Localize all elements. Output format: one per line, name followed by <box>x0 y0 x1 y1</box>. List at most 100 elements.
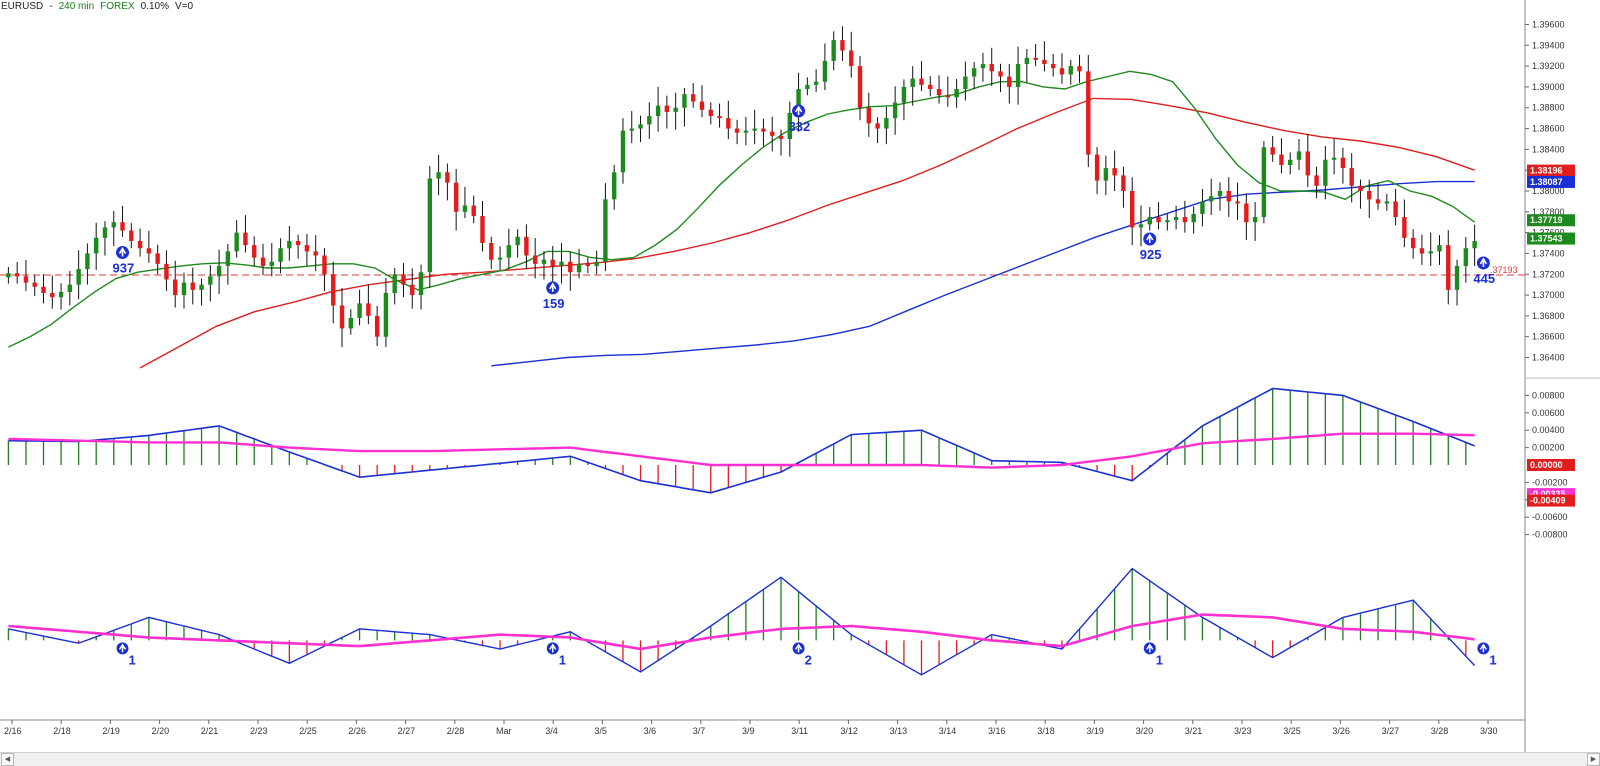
time-tick-label: 3/27 <box>1382 726 1400 736</box>
candle-body <box>357 303 362 318</box>
candle-body <box>1358 185 1363 191</box>
candle-body <box>1121 175 1126 191</box>
candle-body <box>506 245 512 258</box>
candle-body <box>252 245 257 258</box>
candle-body <box>1410 237 1416 249</box>
time-tick-label: 2/27 <box>398 726 416 736</box>
time-tick-label: 3/16 <box>988 726 1006 736</box>
candle-body <box>840 40 845 51</box>
candle-body <box>401 274 406 285</box>
osc-tick-label: 0.00200 <box>1532 443 1565 453</box>
candle-body <box>1226 191 1231 202</box>
time-tick-label: 3/7 <box>693 726 706 736</box>
candle-body <box>234 232 239 252</box>
ma-slow-line <box>491 180 1475 367</box>
candle-body <box>199 284 204 290</box>
candle-body <box>339 305 345 329</box>
candle-body <box>1191 213 1196 223</box>
candle-body <box>1024 57 1030 65</box>
price-tick-label: 1.36800 <box>1532 311 1565 321</box>
candle-body <box>1165 220 1170 223</box>
price-tick-label: 1.39000 <box>1532 82 1565 92</box>
candle-body <box>875 123 880 129</box>
candle-body <box>1007 76 1012 87</box>
time-tick-label: 3/14 <box>939 726 957 736</box>
candle-body <box>1042 59 1047 65</box>
osc2-line <box>8 567 1476 676</box>
candle-body <box>1393 201 1398 218</box>
candle-body <box>129 230 134 241</box>
osc2-signal-label: 1 <box>1489 652 1496 667</box>
signal-label: 332 <box>789 119 811 134</box>
candle-body <box>243 232 248 246</box>
time-tick-label: 2/19 <box>102 726 120 736</box>
signal-label: 925 <box>1140 247 1162 262</box>
candle-body <box>146 248 152 254</box>
price-tick-label: 1.36600 <box>1532 332 1565 342</box>
candle-body <box>901 86 907 103</box>
osc-label-text: -0.00409 <box>1530 496 1566 506</box>
candle-body <box>857 66 863 108</box>
candle-body <box>1270 147 1275 155</box>
price-tick-label: 1.37200 <box>1532 269 1565 279</box>
candle-body <box>849 50 854 67</box>
candle-body <box>137 240 143 249</box>
candle-body <box>453 182 459 212</box>
candle-body <box>1437 245 1442 252</box>
time-tick-label: 3/30 <box>1480 726 1498 736</box>
candle-body <box>1094 154 1100 181</box>
candle-body <box>1050 64 1056 69</box>
candle-body <box>752 128 757 131</box>
candle-body <box>892 102 898 119</box>
candle-body <box>216 265 222 277</box>
candle-body <box>1323 159 1328 186</box>
candle-body <box>813 81 819 85</box>
candle-body <box>1305 151 1310 176</box>
scroll-right-icon[interactable]: ▶ <box>1587 753 1600 766</box>
price-tick-label: 1.38600 <box>1532 124 1565 134</box>
candle-body <box>1402 217 1407 238</box>
candle-body <box>190 282 195 290</box>
candle-body <box>1129 191 1135 228</box>
candle-body <box>1086 71 1091 155</box>
price-label-text: 1.38196 <box>1530 166 1563 176</box>
candle-body <box>85 253 90 270</box>
candle-body <box>173 279 178 296</box>
horizontal-scrollbar[interactable]: ◀ ▶ <box>0 752 1600 766</box>
candle-body <box>436 172 441 179</box>
price-tick-label: 1.38400 <box>1532 144 1565 154</box>
candle-body <box>155 253 160 264</box>
time-tick-label: 3/6 <box>644 726 657 736</box>
time-tick-label: 2/21 <box>201 726 219 736</box>
candle-body <box>1156 217 1161 223</box>
price-label-text: 1.37543 <box>1530 234 1563 244</box>
candle-body <box>717 116 722 119</box>
osc-tick-label: -0.00800 <box>1532 530 1568 540</box>
time-tick-label: 3/5 <box>594 726 607 736</box>
price-tick-label: 1.38800 <box>1532 103 1565 113</box>
candle-body <box>1296 151 1302 160</box>
candle-body <box>410 284 415 296</box>
candle-body <box>1138 224 1144 228</box>
candle-body <box>936 89 942 96</box>
price-label-text: 1.37719 <box>1530 215 1563 225</box>
candle-body <box>366 303 371 316</box>
signal-label: 445 <box>1473 271 1495 286</box>
chart-canvas[interactable]: 1.39600 1.39400 1.39200 1.39000 1.38800 1.386… <box>0 0 1600 752</box>
candle-body <box>1182 217 1188 223</box>
candle-body <box>1279 154 1284 165</box>
time-tick-label: 3/28 <box>1431 726 1449 736</box>
candle-body <box>928 84 933 90</box>
time-tick-label: 2/16 <box>4 726 22 736</box>
time-tick-label: 2/20 <box>152 726 170 736</box>
candle-body <box>1314 175 1319 186</box>
scroll-left-icon[interactable]: ◀ <box>1 753 14 766</box>
candle-body <box>1252 217 1258 223</box>
candle-body <box>655 105 661 117</box>
candle-body <box>1454 265 1460 290</box>
candle-body <box>1288 159 1293 165</box>
candle-body <box>699 101 705 110</box>
candle-body <box>76 269 81 285</box>
candle-body <box>524 236 529 256</box>
osc2-signal-label: 1 <box>559 652 566 667</box>
